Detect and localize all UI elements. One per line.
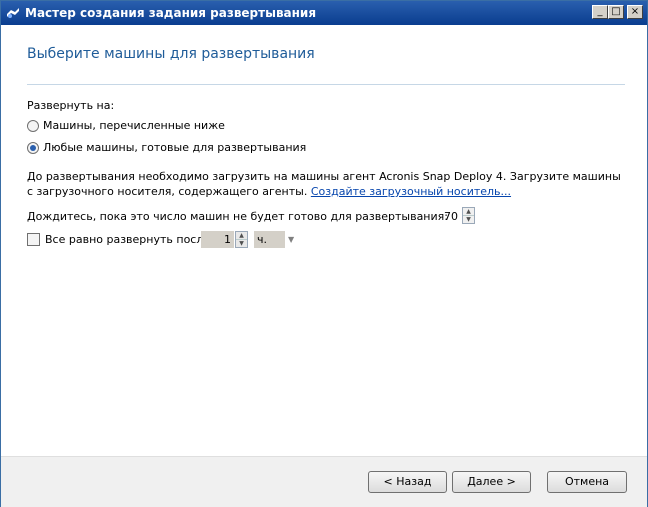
radio-listed-machines[interactable] <box>27 120 39 132</box>
spinner-up-icon[interactable]: ▲ <box>463 208 474 216</box>
deploy-to-label: Развернуть на: <box>27 99 115 112</box>
deploy-after-spinner[interactable]: ▲ ▼ <box>235 231 248 248</box>
wizard-window: Мастер создания задания развертывания _ … <box>0 0 648 507</box>
minimize-button[interactable]: _ <box>592 5 608 19</box>
spinner-down-icon[interactable]: ▼ <box>463 216 474 223</box>
close-button[interactable]: × <box>627 5 643 19</box>
maximize-button[interactable]: □ <box>608 5 624 19</box>
spinner-up-icon[interactable]: ▲ <box>236 232 247 240</box>
deploy-after-value-input[interactable]: 1 <box>201 231 234 248</box>
deploy-after-unit-select[interactable]: ч. <box>254 231 285 248</box>
deploy-after-checkbox[interactable] <box>27 233 40 246</box>
create-bootable-media-link[interactable]: Создайте загрузочный носитель... <box>311 185 511 198</box>
heading-divider <box>27 84 625 85</box>
info-text-block: До развертывания необходимо загрузить на… <box>27 169 627 199</box>
cancel-button[interactable]: Отмена <box>547 471 627 493</box>
page-heading: Выберите машины для развертывания <box>27 46 315 62</box>
wizard-footer: < Назад Далее > Отмена <box>1 456 647 507</box>
back-button[interactable]: < Назад <box>368 471 447 493</box>
radio-listed-machines-label[interactable]: Машины, перечисленные ниже <box>43 119 225 132</box>
next-button[interactable]: Далее > <box>452 471 531 493</box>
radio-any-ready-machines[interactable] <box>27 142 39 154</box>
title-bar: Мастер создания задания развертывания _ … <box>1 1 647 25</box>
wait-count-value[interactable]: 70 <box>431 210 458 223</box>
wait-count-spinner[interactable]: ▲ ▼ <box>462 207 475 224</box>
window-title: Мастер создания задания развертывания <box>25 6 317 20</box>
wait-count-label: Дождитесь, пока это число машин не будет… <box>27 210 448 223</box>
wizard-icon <box>7 8 19 18</box>
chevron-down-icon[interactable]: ▼ <box>288 235 294 244</box>
spinner-down-icon[interactable]: ▼ <box>236 240 247 247</box>
deploy-after-label[interactable]: Все равно развернуть после: <box>45 233 214 246</box>
radio-any-ready-machines-label[interactable]: Любые машины, готовые для развертывания <box>43 141 306 154</box>
